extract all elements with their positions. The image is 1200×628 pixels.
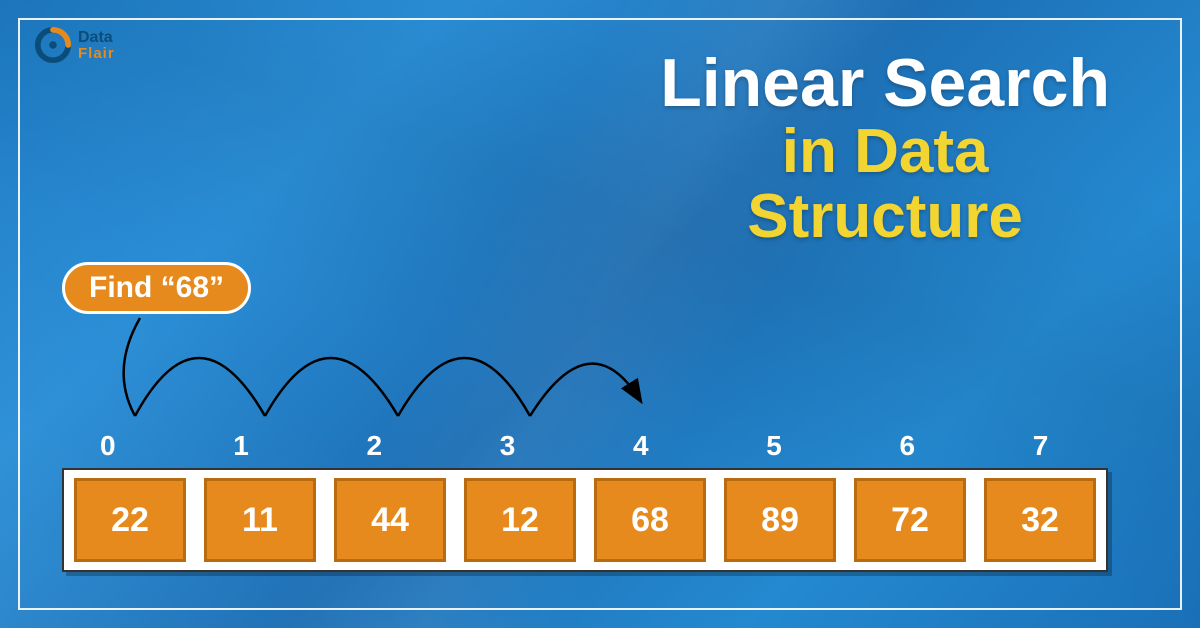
page-title: Linear Search in Data Structure xyxy=(660,48,1110,250)
array-cell: 72 xyxy=(854,478,966,562)
logo-text-line2: Flair xyxy=(78,46,115,61)
logo-text: Data Flair xyxy=(78,30,115,61)
index-label: 0 xyxy=(72,430,205,462)
index-label: 1 xyxy=(205,430,338,462)
logo-text-line1: Data xyxy=(78,30,115,46)
logo-icon xyxy=(34,26,72,64)
index-label: 3 xyxy=(472,430,605,462)
title-line2b: Structure xyxy=(660,184,1110,249)
index-label: 5 xyxy=(738,430,871,462)
index-label: 7 xyxy=(1005,430,1138,462)
array-cell: 12 xyxy=(464,478,576,562)
array-cell: 68 xyxy=(594,478,706,562)
traversal-arrows xyxy=(80,310,680,430)
array-cell: 44 xyxy=(334,478,446,562)
index-row: 0 1 2 3 4 5 6 7 xyxy=(72,430,1138,462)
array-cell: 89 xyxy=(724,478,836,562)
index-label: 6 xyxy=(872,430,1005,462)
array-cell: 11 xyxy=(204,478,316,562)
array-cell: 32 xyxy=(984,478,1096,562)
index-label: 2 xyxy=(339,430,472,462)
array-cell: 22 xyxy=(74,478,186,562)
array-container: 0 1 2 3 4 5 6 7 22 11 44 12 68 89 72 32 xyxy=(62,430,1138,572)
array-row: 22 11 44 12 68 89 72 32 xyxy=(62,468,1108,572)
find-label-pill: Find “68” xyxy=(62,262,251,314)
title-line2a: in Data xyxy=(660,119,1110,184)
index-label: 4 xyxy=(605,430,738,462)
brand-logo: Data Flair xyxy=(34,26,115,64)
title-line1: Linear Search xyxy=(660,48,1110,119)
